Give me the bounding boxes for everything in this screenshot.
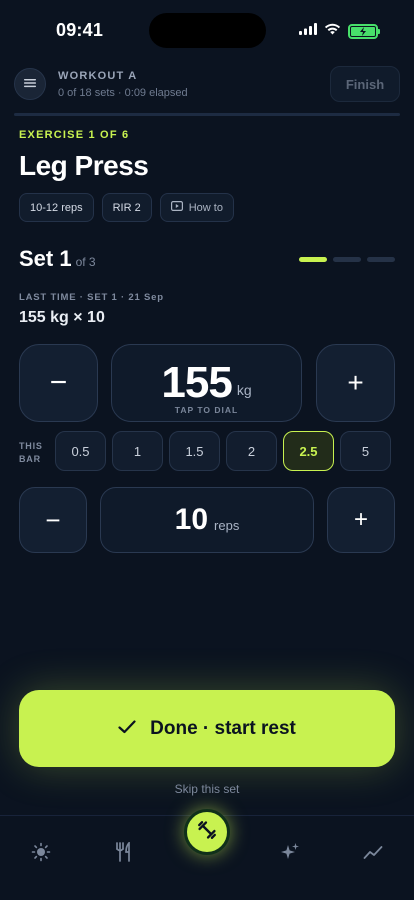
exercise-name: Leg Press [19, 150, 149, 181]
bar-label-line1: THIS [19, 441, 43, 451]
rir-chip[interactable]: RIR 2 [101, 193, 152, 222]
increment-button[interactable]: 5 [340, 431, 391, 471]
increment-button[interactable]: 0.5 [55, 431, 106, 471]
increment-button[interactable]: 2.5 [283, 431, 334, 471]
plus-icon: + [353, 506, 368, 533]
exercise-counter: EXERCISE 1 OF 6 [19, 129, 130, 141]
sparkles-icon [280, 842, 300, 867]
weight-unit: kg [236, 382, 252, 398]
increment-options: 0.5 1 1.5 2 2.5 5 [55, 431, 391, 471]
menu-icon [24, 75, 36, 93]
wifi-icon [324, 22, 341, 40]
done-start-rest-button[interactable]: Done · start rest [19, 690, 395, 767]
bottom-tab-bar [0, 809, 414, 900]
last-time-label: LAST TIME · SET 1 · 21 Sep [19, 292, 164, 303]
reps-increase-button[interactable]: + [327, 487, 395, 553]
tab-ai-coach[interactable] [270, 834, 310, 874]
tab-today[interactable] [21, 834, 61, 874]
weight-decrease-button[interactable]: − [19, 344, 98, 422]
rep-range-chip[interactable]: 10-12 reps [19, 193, 94, 222]
weight-value: 155 [161, 358, 232, 407]
minus-icon: − [45, 504, 61, 535]
bar-increment-label: THIS BAR [19, 440, 43, 466]
reps-unit: reps [214, 517, 240, 533]
set-dot [333, 257, 361, 262]
weight-dial[interactable]: 155 kg TAP TO DIAL [111, 344, 302, 422]
how-to-button[interactable]: How to [159, 193, 234, 222]
menu-button[interactable] [14, 68, 46, 100]
checkmark-icon [118, 718, 136, 740]
fork-knife-icon [115, 840, 133, 867]
how-to-label: How to [188, 201, 223, 214]
skip-set-link[interactable]: Skip this set [0, 782, 414, 796]
status-bar: 09:41 [0, 0, 414, 60]
last-time-value: 155 kg × 10 [19, 309, 105, 326]
set-dot [299, 257, 327, 262]
workout-name: WORKOUT A [58, 70, 138, 82]
battery-icon [348, 23, 380, 39]
exercise-chips: 10-12 reps RIR 2 How to [19, 193, 234, 222]
bar-label-line2: BAR [19, 454, 41, 464]
increment-button[interactable]: 1 [112, 431, 163, 471]
dynamic-island [149, 13, 266, 48]
rir-label: RIR 2 [112, 201, 141, 214]
play-video-icon [170, 201, 183, 214]
increment-button[interactable]: 1.5 [169, 431, 220, 471]
tap-to-dial-hint: TAP TO DIAL [174, 405, 239, 415]
signal-icon [299, 22, 317, 40]
weight-increase-button[interactable]: + [316, 344, 395, 422]
status-time: 09:41 [56, 20, 104, 40]
dumbbell-icon [196, 819, 218, 846]
reps-value: 10 [174, 503, 209, 536]
tab-workout[interactable] [184, 809, 230, 855]
minus-icon: − [49, 366, 68, 399]
workout-progress-bar [14, 113, 400, 116]
reps-value-box[interactable]: 10 reps [100, 487, 314, 553]
set-progress-dots [299, 257, 395, 262]
reps-decrease-button[interactable]: − [19, 487, 87, 553]
set-dot [367, 257, 395, 262]
sun-icon [31, 842, 51, 867]
workout-header: WORKOUT A 0 of 18 sets · 0:09 elapsed Fi… [14, 66, 400, 102]
increment-button[interactable]: 2 [226, 431, 277, 471]
tab-nutrition[interactable] [104, 834, 144, 874]
set-title: Set 1 of 3 [19, 246, 96, 272]
status-icons [299, 22, 380, 40]
rep-range-label: 10-12 reps [30, 201, 83, 214]
set-number: Set 1 [19, 246, 72, 271]
workout-progress-text: 0 of 18 sets · 0:09 elapsed [58, 87, 188, 99]
trend-line-icon [363, 844, 383, 865]
done-label: Done · start rest [150, 717, 296, 739]
set-total: of 3 [75, 255, 96, 269]
tab-progress[interactable] [353, 834, 393, 874]
plus-icon: + [347, 367, 364, 398]
finish-button[interactable]: Finish [330, 66, 400, 102]
